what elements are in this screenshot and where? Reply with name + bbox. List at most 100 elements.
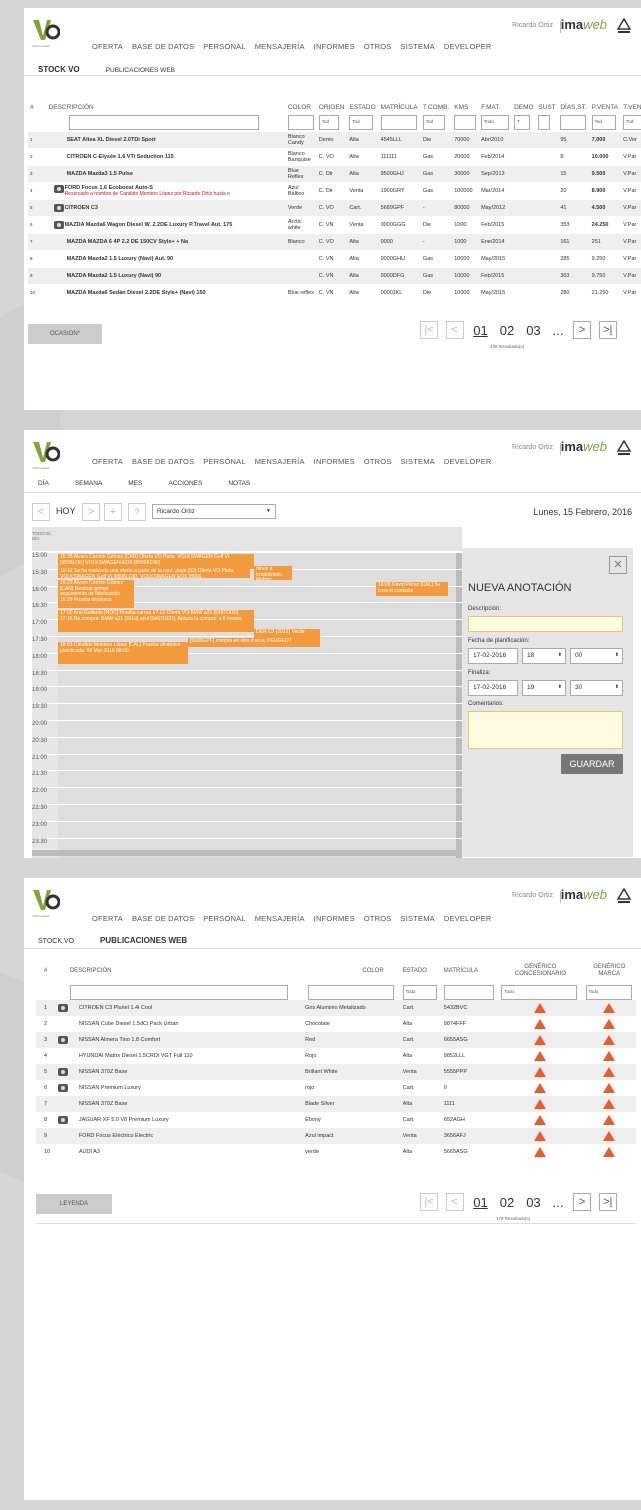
generic-brand-warning-icon[interactable] — [603, 1131, 616, 1141]
event-block[interactable]: 17:00 Ana Gallardo [NOC] Prueba carrea 1… — [58, 610, 254, 632]
hour-slot[interactable]: 19:30 — [32, 703, 462, 718]
generic-brand-warning-icon[interactable] — [603, 1099, 616, 1109]
filter-generico-marca[interactable]: Todo — [585, 984, 632, 1000]
col-dias[interactable]: DÍAS.ST. — [558, 100, 589, 114]
col-demo[interactable]: DEMO — [512, 100, 536, 114]
row-description[interactable]: JAGUAR XF 5.0 V8 Premium Luxury — [79, 1117, 169, 1123]
col-kms[interactable]: KMS — [452, 100, 479, 114]
next-day-icon[interactable]: > — [82, 503, 100, 521]
filter-estado[interactable]: Todo — [402, 984, 437, 1000]
tab-dia[interactable]: DÍA — [38, 480, 49, 487]
end-date-input[interactable]: 17-02-2016 — [468, 680, 518, 696]
nav-personal[interactable]: PERSONAL — [203, 914, 245, 923]
close-icon[interactable]: ✕ — [609, 556, 627, 574]
hour-slot[interactable]: 19:00 — [32, 686, 462, 701]
nav-personal[interactable]: PERSONAL — [203, 457, 245, 466]
table-row[interactable]: 1 CITROEN C3 Pluriel 1.4i Cool Gris Alumin… — [36, 1000, 636, 1016]
col-estado[interactable]: ESTADO — [400, 958, 441, 984]
table-row[interactable]: 10 AUDI A3 verde Alta 5665ASG — [36, 1144, 636, 1160]
camera-icon[interactable] — [58, 1004, 68, 1012]
nav-sistema[interactable]: SISTEMA — [401, 914, 435, 923]
col-descripcion[interactable]: DESCRIPCIÓN — [67, 958, 305, 984]
camera-icon[interactable] — [53, 220, 64, 229]
nav-mensajeria[interactable]: MENSAJERÍA — [255, 457, 305, 466]
generic-dealer-warning-icon[interactable] — [534, 1003, 547, 1013]
row-description[interactable]: NISSAN Premium Luxury — [79, 1085, 141, 1091]
user-select[interactable]: Ricardo Ortiz ▼ — [152, 504, 276, 519]
ocasion-button[interactable]: OCASION* — [28, 324, 102, 344]
help-icon[interactable]: ? — [128, 503, 146, 521]
camera-icon[interactable] — [58, 1036, 68, 1044]
tab-notas[interactable]: NOTAS — [228, 480, 250, 487]
table-row[interactable]: 3 NISSAN Almera Tino 1.8 Comfort Red Cart. 6… — [36, 1032, 636, 1048]
nav-base-de-datos[interactable]: BASE DE DATOS — [132, 914, 194, 923]
vehicle-description[interactable]: MAZDA Mazda2 1.5 Luxury (Navi) Aut. 90 — [67, 256, 174, 262]
nav-informes[interactable]: INFORMES — [314, 457, 355, 466]
nav-base-de-datos[interactable]: BASE DE DATOS — [132, 457, 194, 466]
table-row[interactable]: 4 HYUNDAI Matrix Diesel 1.5CRDi VGT Full … — [36, 1048, 636, 1064]
tab-publicaciones-web[interactable]: PUBLICACIONES WEB — [106, 67, 175, 74]
camera-icon[interactable] — [58, 1116, 68, 1124]
table-row[interactable]: 5 CITROEN C3 Verde C. VO Cart. 5689GPF - 80000 M… — [28, 199, 641, 217]
generic-dealer-warning-icon[interactable] — [534, 1147, 547, 1157]
nav-otros[interactable]: OTROS — [364, 42, 392, 51]
generic-brand-warning-icon[interactable] — [603, 1147, 616, 1157]
page-3[interactable]: 03 — [526, 1195, 540, 1210]
today-button[interactable]: HOY — [56, 506, 76, 516]
user-name[interactable]: Ricardo Ortiz — [512, 444, 553, 451]
first-page-icon[interactable]: |< — [420, 321, 438, 339]
plan-hour-select[interactable]: 18 ⬍ — [522, 648, 566, 664]
col-tcomb[interactable]: T.COMB. — [421, 100, 452, 114]
generic-brand-warning-icon[interactable] — [603, 1067, 616, 1077]
col-color[interactable]: COLOR — [305, 958, 400, 984]
vehicle-description[interactable]: MAZDA Mazda3 1.5 Pulse — [67, 171, 133, 177]
page-2[interactable]: 02 — [500, 323, 514, 338]
filter-descripcion[interactable] — [68, 114, 259, 130]
filter-origen[interactable]: Tod — [318, 114, 339, 130]
tab-semana[interactable]: SEMANA — [75, 480, 102, 487]
filter-pventa[interactable]: Tod — [591, 114, 616, 130]
tab-mes[interactable]: MES — [128, 480, 142, 487]
event-block[interactable]: 15:38 Alvaro Carrión Gómez [CAR] Oferta … — [58, 554, 254, 569]
h-scrollbar[interactable] — [32, 850, 462, 856]
col-generico-concesionario[interactable]: GENÉRICO CONCESIONARIO — [498, 958, 582, 984]
last-page-icon[interactable]: >| — [598, 1193, 617, 1211]
nav-mensajeria[interactable]: MENSAJERÍA — [255, 42, 305, 51]
table-row[interactable]: 8 MAZDA Mazda2 1.5 Luxury (Navi) Aut. 90 C… — [28, 250, 641, 268]
col-color[interactable]: COLOR — [286, 100, 317, 114]
col-generico-marca[interactable]: GENÉRICO MARCA — [583, 958, 636, 984]
comments-textarea[interactable] — [468, 711, 623, 749]
hour-slot[interactable]: 20:30 — [32, 736, 462, 752]
col-origen[interactable]: ORIGEN — [317, 100, 348, 114]
hour-slot[interactable]: 21:30 — [32, 770, 462, 785]
generic-brand-warning-icon[interactable] — [603, 1115, 616, 1125]
generic-brand-warning-icon[interactable] — [603, 1019, 616, 1029]
camera-icon[interactable] — [58, 1084, 68, 1092]
tab-stock-vo[interactable]: STOCK VO — [38, 938, 74, 945]
nav-oferta[interactable]: OFERTA — [92, 457, 123, 466]
add-icon[interactable]: + — [104, 503, 122, 521]
vo-logo-icon[interactable] — [32, 16, 60, 44]
vehicle-description[interactable]: MAZDA Mazda2 1.5 Luxury (Navi) 90 — [67, 273, 162, 279]
page-3[interactable]: 03 — [526, 323, 540, 338]
filter-demo[interactable]: T — [514, 114, 531, 130]
filter-dias[interactable] — [560, 114, 587, 130]
prev-page-icon[interactable]: < — [445, 321, 464, 339]
generic-dealer-warning-icon[interactable] — [534, 1099, 547, 1109]
generic-dealer-warning-icon[interactable] — [534, 1019, 547, 1029]
row-description[interactable]: CITROEN C3 Pluriel 1.4i Cool — [79, 1005, 152, 1011]
plan-minute-select[interactable]: 00 ⬍ — [570, 648, 623, 664]
filter-color[interactable] — [287, 114, 314, 130]
event-block[interactable]: 18:03 Cándido Montero López [CAL] Prueba… — [58, 642, 188, 664]
row-description[interactable]: NISSAN 370Z Base — [79, 1069, 128, 1075]
nav-otros[interactable]: OTROS — [364, 914, 392, 923]
page-2[interactable]: 02 — [500, 1195, 514, 1210]
vehicle-description[interactable]: SEAT Altea XL Diesel 2.0TDi Sport — [67, 137, 156, 143]
table-row[interactable]: 1 SEAT Altea XL Diesel 2.0TDi Sport Blanco… — [28, 131, 641, 149]
event-block[interactable]: 16:08 David Pérez [CAL] Se crea el conta… — [376, 582, 448, 596]
nav-sistema[interactable]: SISTEMA — [401, 42, 435, 51]
generic-brand-warning-icon[interactable] — [603, 1035, 616, 1045]
row-description[interactable]: AUDI A3 — [79, 1149, 100, 1155]
camera-icon[interactable] — [53, 203, 64, 212]
nav-developer[interactable]: DEVELOPER — [444, 457, 492, 466]
